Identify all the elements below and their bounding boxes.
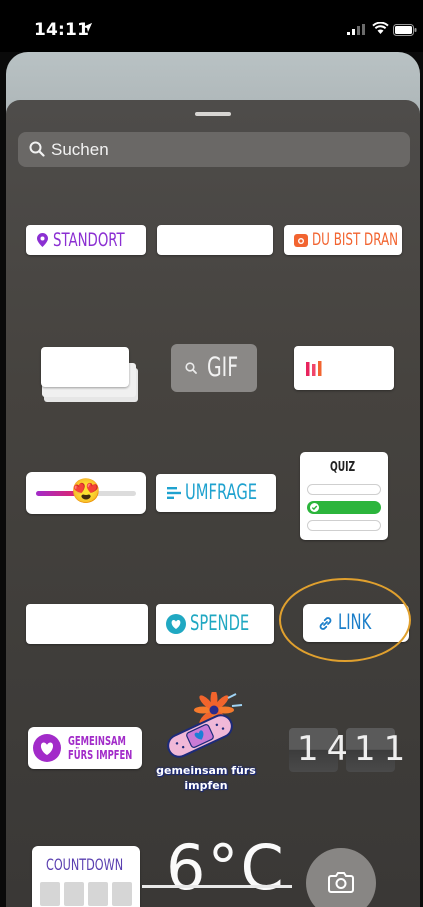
countdown-digit-box <box>88 882 108 906</box>
slider-emoji[interactable]: 😍 <box>71 477 101 507</box>
check-icon <box>310 503 319 512</box>
camera-button[interactable] <box>306 848 376 907</box>
sticker-quiz[interactable]: QUIZ <box>300 452 388 540</box>
sticker-fragen[interactable]: FRAGEN <box>41 347 129 387</box>
search-placeholder: Suchen <box>51 140 109 159</box>
sticker-label: COUNTDOWN <box>46 855 124 874</box>
bandage-flower-icon <box>167 690 243 758</box>
signal-icon <box>347 24 365 35</box>
sticker-label: UMFRAGE <box>185 480 258 504</box>
clock-minutes-card: 11 <box>346 728 414 772</box>
quiz-option <box>307 484 381 495</box>
art-caption-line-2: impfen <box>184 779 228 792</box>
sticker-gif[interactable]: GIF <box>171 344 257 392</box>
sticker-musik[interactable]: MUSIK <box>294 346 394 390</box>
sticker-countdown[interactable]: COUNTDOWN <box>32 846 140 907</box>
temperature-underline <box>142 885 292 888</box>
sticker-label: FRAGEN <box>51 354 135 380</box>
quiz-option <box>307 520 381 531</box>
clock-hours: 14 <box>297 729 357 769</box>
wifi-icon <box>372 22 389 34</box>
camera-icon <box>328 872 354 893</box>
art-caption-line-1: gemeinsam fürs <box>156 764 256 777</box>
link-highlight-ring <box>279 578 411 662</box>
search-input[interactable]: Suchen <box>18 132 410 167</box>
search-icon <box>185 362 197 374</box>
countdown-digit-box <box>64 882 84 906</box>
sticker-gemeinsam-fuers-impfen-art[interactable]: gemeinsam fürs impfen <box>156 690 256 802</box>
sticker-umfrage[interactable]: UMFRAGE <box>156 474 276 512</box>
sticker-emoji-slider[interactable]: 😍 <box>26 472 146 514</box>
sticker-label: @ERWÄHNEN <box>166 229 282 251</box>
badge-line-2: FÜRS IMPFEN <box>68 748 133 762</box>
battery-icon <box>393 24 417 36</box>
sticker-du-bist-dran[interactable]: DU BIST DRAN <box>284 225 402 255</box>
sticker-standort[interactable]: STANDORT <box>26 225 146 255</box>
countdown-digit-box <box>112 882 132 906</box>
sticker-label: #HASHTAG <box>32 610 143 635</box>
sticker-label: SPENDE <box>190 611 250 635</box>
clock-minutes: 11 <box>354 729 414 769</box>
sticker-label: QUIZ <box>330 460 356 475</box>
sticker-erwaehnen[interactable]: @ERWÄHNEN <box>157 225 273 255</box>
sheet-drag-handle[interactable] <box>195 112 231 116</box>
search-icon <box>29 141 45 157</box>
badge-line-1: GEMEINSAM <box>68 734 126 748</box>
countdown-digit-box <box>40 882 60 906</box>
sticker-label: GIF <box>207 352 239 383</box>
music-bars-icon <box>306 361 322 376</box>
heart-icon <box>166 614 186 634</box>
status-bar: 14:11 <box>0 0 423 52</box>
status-time: 14:11 <box>34 20 90 40</box>
sticker-label: DU BIST DRAN <box>312 230 399 250</box>
sticker-temperature[interactable]: 6°C <box>166 831 286 904</box>
sticker-label: MUSIK <box>326 355 389 380</box>
quiz-option-correct <box>307 501 381 514</box>
poll-icon <box>167 487 181 499</box>
sticker-sheet: Suchen STANDORT @ERWÄHNEN DU BIST DRAN F… <box>6 100 420 907</box>
location-arrow-icon <box>82 22 93 33</box>
pin-icon <box>37 233 48 247</box>
sticker-hashtag[interactable]: #HASHTAG <box>26 604 148 644</box>
sticker-flip-clock[interactable]: 14 11 <box>289 728 414 772</box>
sticker-gemeinsam-fuers-impfen-badge[interactable]: GEMEINSAM FÜRS IMPFEN <box>28 727 142 769</box>
clock-hours-card: 14 <box>289 728 357 772</box>
sticker-label: STANDORT <box>53 229 125 251</box>
heart-icon <box>33 734 61 762</box>
camera-icon <box>294 234 308 247</box>
sticker-spende[interactable]: SPENDE <box>156 604 274 644</box>
